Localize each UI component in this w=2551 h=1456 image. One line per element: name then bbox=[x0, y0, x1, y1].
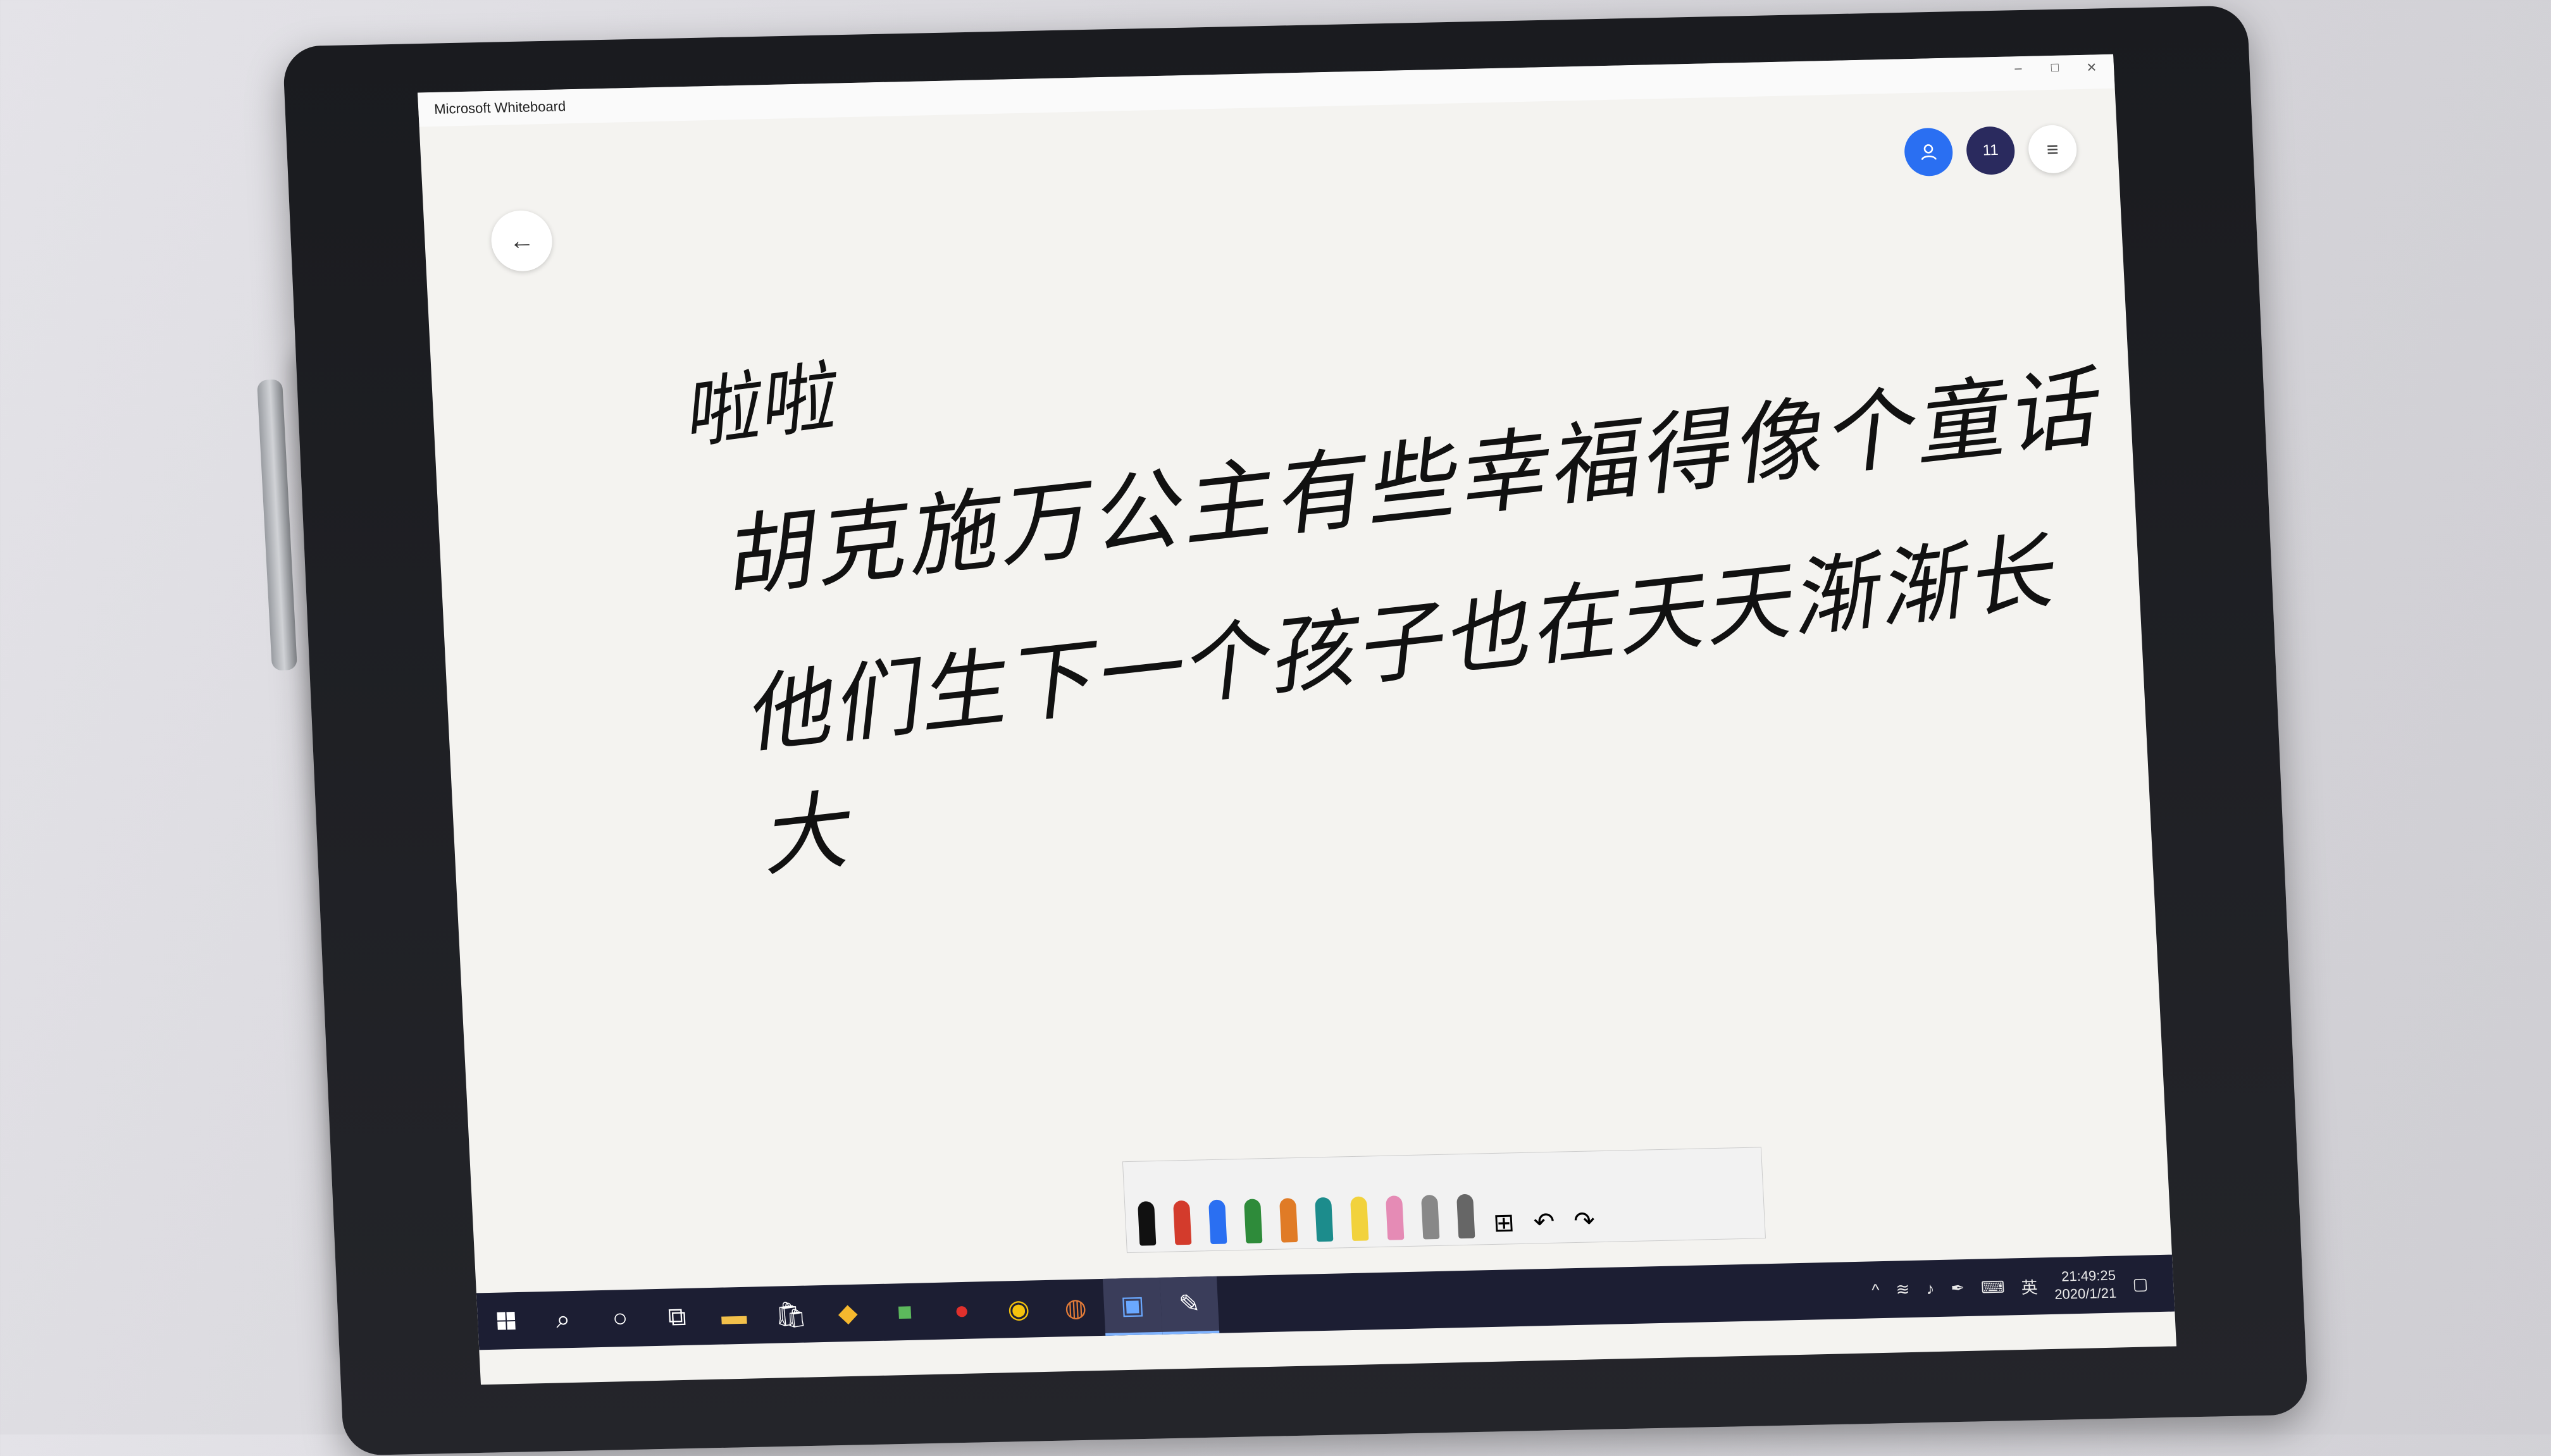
green-pen-icon bbox=[1243, 1199, 1263, 1243]
app-green-icon: ■ bbox=[896, 1297, 914, 1326]
hamburger-icon: ≡ bbox=[2045, 137, 2059, 161]
eraser-tool[interactable] bbox=[1385, 1195, 1405, 1240]
orange-pen-tool[interactable] bbox=[1279, 1198, 1298, 1243]
netease-music-button[interactable]: ● bbox=[932, 1281, 991, 1340]
search-icon: ⌕ bbox=[555, 1305, 571, 1334]
window-controls: – □ ✕ bbox=[2008, 59, 2101, 77]
app-yellow-icon: ◆ bbox=[837, 1299, 859, 1328]
lasso-tool[interactable] bbox=[1456, 1194, 1475, 1239]
close-button[interactable]: ✕ bbox=[2082, 59, 2101, 76]
file-explorer-button[interactable]: ▬ bbox=[704, 1286, 764, 1345]
maximize-button[interactable]: □ bbox=[2045, 60, 2064, 77]
redo-button[interactable]: ↷ bbox=[1573, 1206, 1596, 1236]
person-icon bbox=[1921, 144, 1937, 161]
minimize-button[interactable]: – bbox=[2008, 61, 2028, 78]
store-button[interactable]: 🛍 bbox=[761, 1285, 821, 1343]
lasso-icon bbox=[1456, 1194, 1475, 1239]
keyboard-icon[interactable]: ⌨ bbox=[1980, 1277, 2005, 1297]
show-hidden-icons-icon[interactable]: ^ bbox=[1871, 1280, 1880, 1300]
orange-pen-icon bbox=[1279, 1198, 1298, 1243]
ink-line-1: 啦啦 bbox=[674, 353, 839, 460]
clock-date: 2020/1/21 bbox=[2054, 1285, 2117, 1302]
black-pen-tool[interactable] bbox=[1137, 1201, 1157, 1246]
chrome-button[interactable]: ◉ bbox=[989, 1280, 1048, 1338]
taskbar: ⌕ ○ ⧉ ▬ 🛍 ◆ ■ ● ◉ ◍ ▣ ✎ ^ ≋ ♪ ✒ ⌨ 英 21:4… bbox=[476, 1254, 2175, 1350]
highlighter-icon bbox=[1350, 1196, 1369, 1242]
cortana-button[interactable]: ○ bbox=[590, 1289, 650, 1347]
system-tray: ^ ≋ ♪ ✒ ⌨ 英 21:49:25 2020/1/21 ▢ bbox=[1870, 1255, 2149, 1319]
teal-pen-icon bbox=[1314, 1197, 1334, 1242]
store-icon: 🛍 bbox=[774, 1300, 808, 1330]
windows-logo-icon bbox=[497, 1312, 516, 1330]
whiteboard-icon: ✎ bbox=[1178, 1290, 1201, 1319]
app-yellow-button[interactable]: ◆ bbox=[818, 1284, 878, 1342]
folder-icon: ▬ bbox=[721, 1301, 748, 1330]
blue-pen-tool[interactable] bbox=[1208, 1199, 1227, 1245]
clock-time: 21:49:25 bbox=[2061, 1267, 2116, 1285]
chrome-icon: ◉ bbox=[1007, 1295, 1031, 1324]
redo-icon: ↷ bbox=[1573, 1207, 1596, 1236]
undo-icon: ↶ bbox=[1532, 1207, 1556, 1237]
search-button[interactable]: ⌕ bbox=[533, 1290, 593, 1348]
app-avatar-button[interactable]: ◍ bbox=[1046, 1279, 1105, 1337]
ink-toolbar: ⊞ ↶ ↷ bbox=[1122, 1147, 1766, 1254]
back-button[interactable]: ← bbox=[490, 209, 554, 272]
stylus-clip bbox=[256, 379, 298, 671]
ruler-icon bbox=[1420, 1194, 1440, 1240]
add-button[interactable]: ⊞ bbox=[1493, 1208, 1515, 1238]
add-icon: ⊞ bbox=[1493, 1209, 1515, 1237]
participant-count: 11 bbox=[1982, 141, 1999, 159]
volume-icon[interactable]: ♪ bbox=[1926, 1279, 1935, 1299]
notification-icon[interactable]: ▢ bbox=[2132, 1274, 2149, 1294]
clock[interactable]: 21:49:25 2020/1/21 bbox=[2053, 1267, 2117, 1304]
undo-button[interactable]: ↶ bbox=[1533, 1207, 1556, 1237]
task-view-icon: ⧉ bbox=[667, 1302, 687, 1331]
invite-user-button[interactable] bbox=[1903, 127, 1954, 177]
black-pen-icon bbox=[1137, 1201, 1157, 1246]
screen: Microsoft Whiteboard – □ ✕ ← 11 ≡ 啦啦 胡克施… bbox=[417, 54, 2177, 1385]
green-pen-tool[interactable] bbox=[1243, 1199, 1263, 1243]
pen-workspace-icon[interactable]: ✒ bbox=[1951, 1278, 1965, 1298]
avatar-app-icon: ◍ bbox=[1064, 1293, 1088, 1323]
app-title: Microsoft Whiteboard bbox=[433, 98, 566, 117]
menu-button[interactable]: ≡ bbox=[2027, 125, 2078, 174]
back-arrow-icon: ← bbox=[508, 226, 535, 255]
participants-count-button[interactable]: 11 bbox=[1965, 126, 2016, 175]
start-button[interactable] bbox=[476, 1292, 536, 1350]
highlighter-tool[interactable] bbox=[1350, 1196, 1369, 1242]
red-pen-icon bbox=[1172, 1200, 1192, 1245]
music-icon: ● bbox=[953, 1296, 971, 1324]
app-green-button[interactable]: ■ bbox=[875, 1283, 934, 1341]
top-right-controls: 11 ≡ bbox=[1903, 125, 2078, 177]
teal-pen-tool[interactable] bbox=[1314, 1197, 1334, 1242]
eraser-icon bbox=[1385, 1195, 1405, 1240]
whiteboard-button[interactable]: ✎ bbox=[1159, 1276, 1220, 1335]
blue-pen-icon bbox=[1208, 1199, 1227, 1245]
ruler-tool[interactable] bbox=[1420, 1194, 1440, 1240]
red-pen-tool[interactable] bbox=[1172, 1200, 1192, 1245]
task-view-button[interactable]: ⧉ bbox=[647, 1288, 707, 1346]
ime-indicator[interactable]: 英 bbox=[2021, 1274, 2039, 1299]
app-blue-button[interactable]: ▣ bbox=[1102, 1277, 1163, 1336]
cortana-icon: ○ bbox=[611, 1304, 629, 1333]
wifi-icon[interactable]: ≋ bbox=[1896, 1280, 1910, 1299]
app-blue-icon: ▣ bbox=[1120, 1291, 1145, 1320]
